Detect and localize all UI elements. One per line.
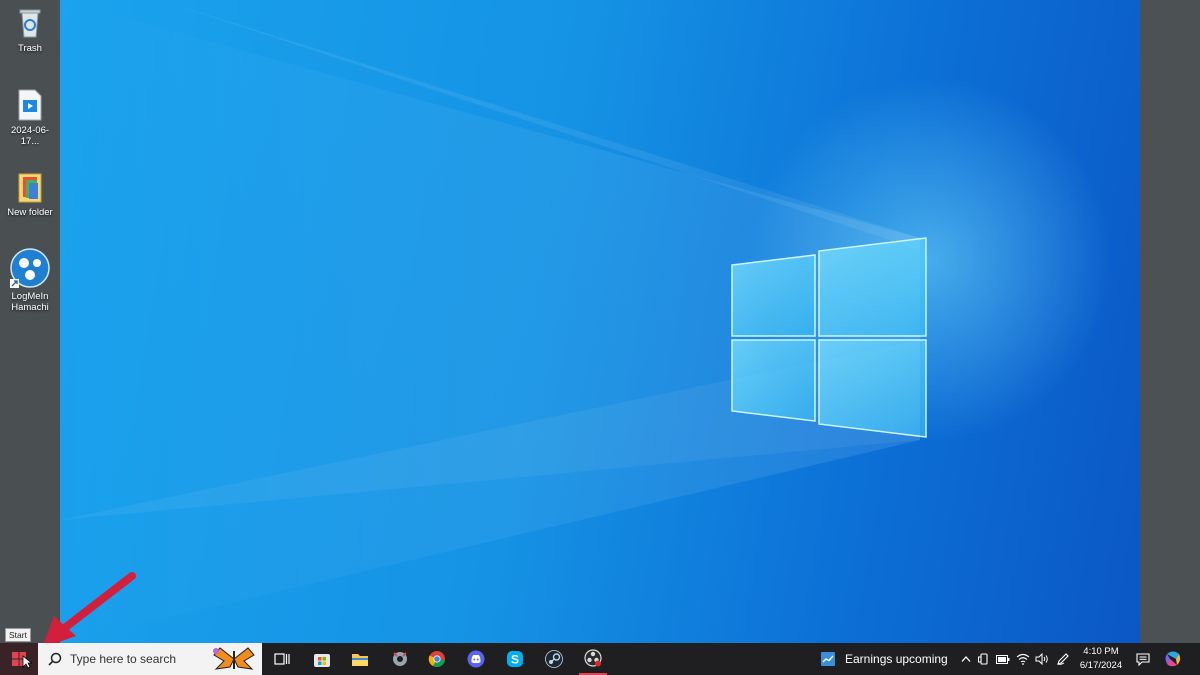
skype-icon: S xyxy=(507,651,523,667)
clock[interactable]: 4:10 PM 6/17/2024 xyxy=(1075,645,1127,673)
tray-device-button[interactable] xyxy=(976,643,992,675)
search-highlight-butterfly-icon xyxy=(213,647,255,670)
recycle-bin-icon xyxy=(13,6,47,40)
clock-time: 4:10 PM xyxy=(1083,646,1119,657)
obs-button[interactable] xyxy=(579,643,607,675)
folder-icon xyxy=(13,170,47,204)
steam-icon xyxy=(545,650,563,668)
right-frame xyxy=(1140,0,1200,643)
battery-button[interactable] xyxy=(994,643,1012,675)
chevron-up-icon xyxy=(961,656,971,662)
desktop-icon-label: New folder xyxy=(7,207,53,218)
video-file-icon xyxy=(13,88,47,122)
volume-button[interactable] xyxy=(1033,643,1051,675)
pinned-app-button[interactable] xyxy=(386,643,414,675)
notifications-button[interactable] xyxy=(1133,643,1153,675)
copilot-icon xyxy=(1165,651,1181,667)
skype-button[interactable]: S xyxy=(501,643,529,675)
start-button[interactable] xyxy=(0,643,38,675)
gear-app-icon xyxy=(393,652,407,666)
mouse-cursor-icon xyxy=(22,655,32,669)
svg-text:S: S xyxy=(511,653,519,667)
hamachi-icon xyxy=(10,248,50,288)
widget-text: Earnings upcoming xyxy=(845,652,948,666)
microsoft-store-icon xyxy=(314,654,330,667)
wifi-icon xyxy=(1016,653,1030,665)
speaker-icon xyxy=(1035,653,1048,665)
copilot-button[interactable] xyxy=(1161,643,1185,675)
show-hidden-icons-button[interactable] xyxy=(958,643,974,675)
file-explorer-icon xyxy=(352,654,368,666)
microsoft-store-button[interactable] xyxy=(308,643,336,675)
desktop-wallpaper xyxy=(60,0,1140,643)
file-explorer-button[interactable] xyxy=(346,643,374,675)
desktop-icon-label: 2024-06-17... xyxy=(10,125,50,147)
obs-icon xyxy=(584,649,602,667)
desktop-icon-hamachi[interactable]: LogMeIn Hamachi xyxy=(2,248,58,313)
desktop-icon-label: Trash xyxy=(18,43,42,54)
search-placeholder: Type here to search xyxy=(70,652,177,666)
chrome-button[interactable] xyxy=(423,643,451,675)
news-widget[interactable]: Earnings upcoming xyxy=(820,643,948,675)
device-icon xyxy=(978,653,988,665)
steam-button[interactable] xyxy=(540,643,568,675)
pen-icon xyxy=(1057,653,1069,665)
desktop-icon-video-file[interactable]: 2024-06-17... xyxy=(2,88,58,147)
annotation-arrow xyxy=(42,572,136,648)
start-tooltip: Start xyxy=(5,628,31,642)
task-view-button[interactable] xyxy=(268,643,296,675)
notification-icon xyxy=(1136,652,1150,666)
chrome-icon xyxy=(428,651,445,668)
search-icon xyxy=(48,652,62,666)
pen-button[interactable] xyxy=(1054,643,1072,675)
discord-icon xyxy=(467,650,485,668)
task-view-icon xyxy=(274,653,290,665)
taskbar: Type here to search S Earnings upcoming … xyxy=(0,643,1200,675)
discord-button[interactable] xyxy=(462,643,490,675)
desktop-icon-label: LogMeIn Hamachi xyxy=(11,291,49,313)
search-box[interactable]: Type here to search xyxy=(38,643,262,675)
desktop-icon-trash[interactable]: Trash xyxy=(2,6,58,54)
desktop-icon-new-folder[interactable]: New folder xyxy=(2,170,58,218)
clock-date: 6/17/2024 xyxy=(1079,660,1123,671)
stock-chart-icon xyxy=(821,652,835,666)
battery-icon xyxy=(996,654,1010,664)
wifi-button[interactable] xyxy=(1014,643,1032,675)
